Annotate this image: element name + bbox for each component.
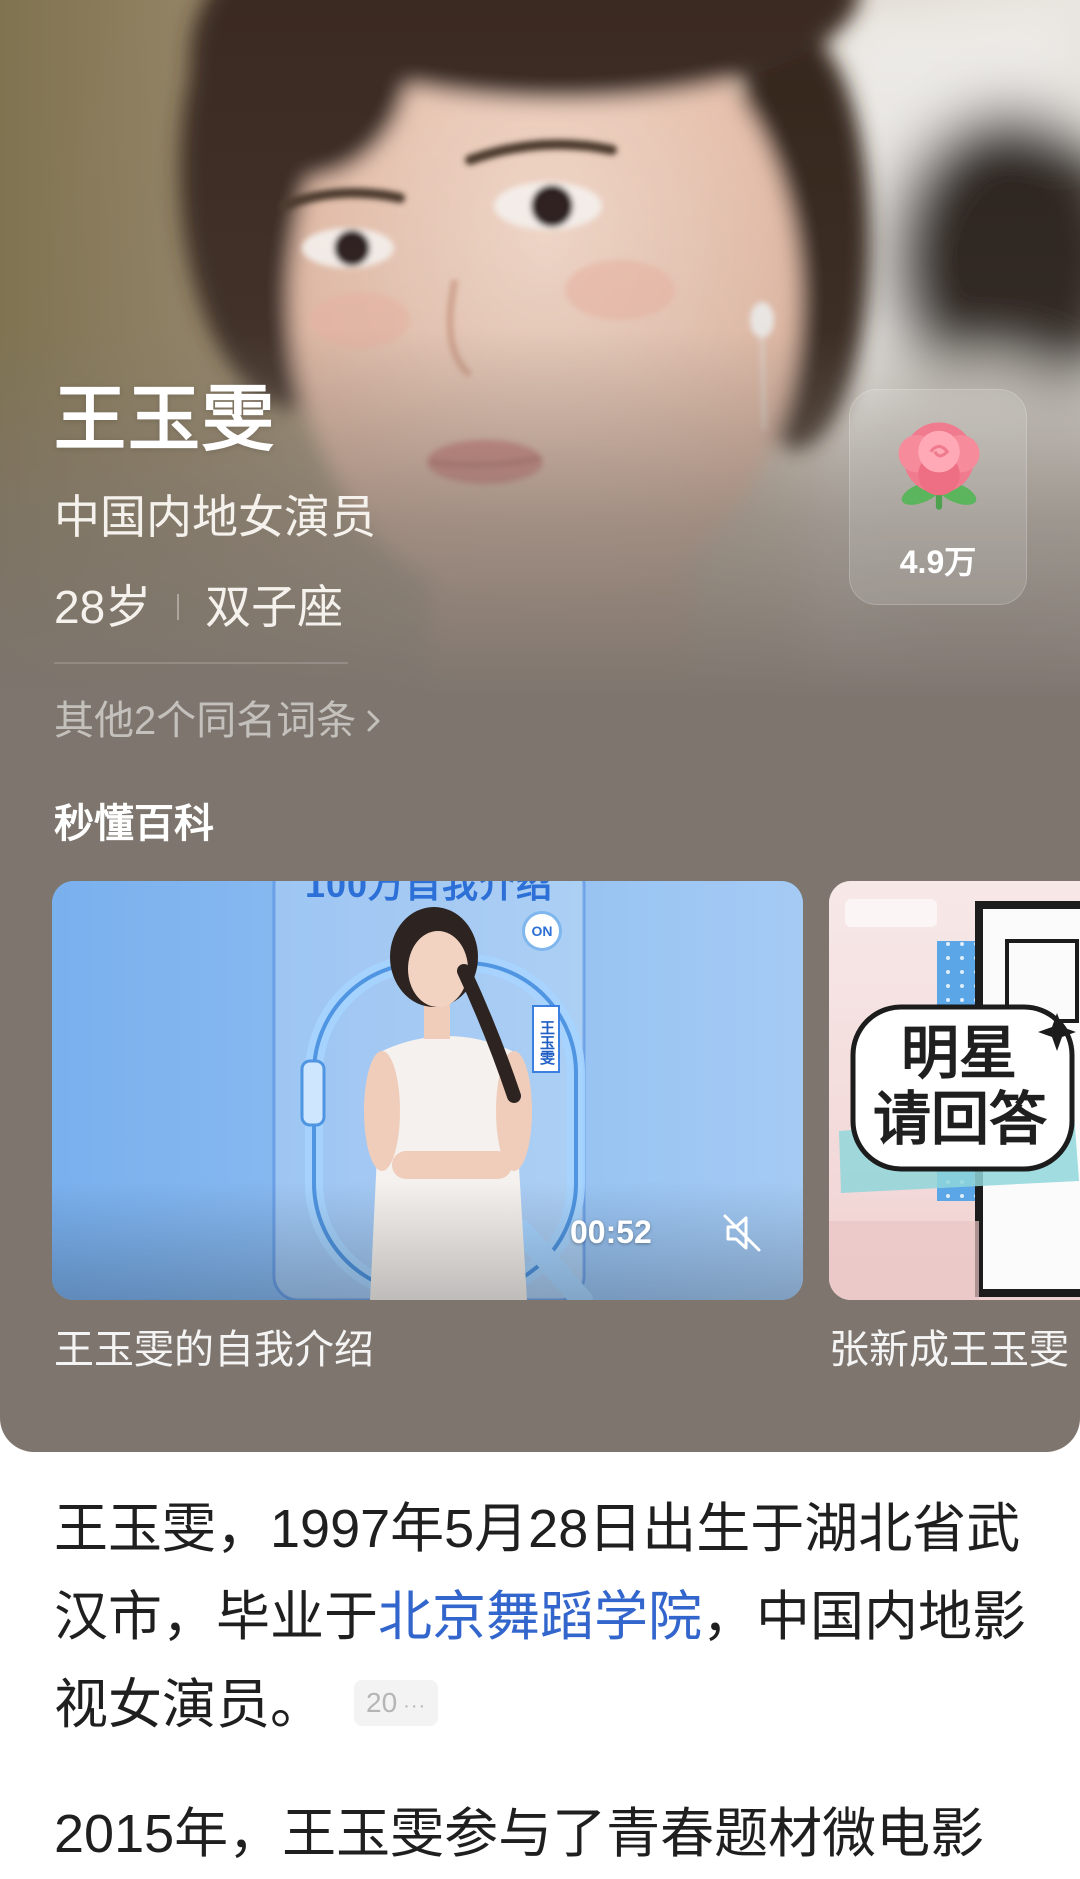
video-carousel[interactable]: 100万自我介绍 ON 王玉雯 00:52 王玉雯的自我介绍 明星 请回答 张新… — [0, 881, 1080, 1381]
thumbnail-headline: 100万自我介绍 — [304, 881, 554, 905]
flower-count: 4.9万 — [899, 544, 977, 580]
person-meta-row: 28岁 双子座 — [54, 584, 343, 630]
video-card[interactable]: 100万自我介绍 ON 王玉雯 00:52 — [52, 881, 803, 1300]
meta-divider — [177, 594, 180, 620]
thumbnail-show-title: 明星 请回答 — [873, 1021, 1047, 1153]
more-icon: ··· — [403, 1694, 427, 1717]
hero-divider — [54, 662, 348, 664]
person-occupation: 中国内地女演员 — [54, 491, 376, 543]
intro-text: 汉市，毕业于 — [54, 1587, 378, 1647]
school-link[interactable]: 北京舞蹈学院 — [378, 1587, 702, 1647]
thumbnail-title-line: 明星 — [901, 1021, 1018, 1086]
thumbnail-name-tag: 王玉雯 — [532, 1005, 560, 1073]
rose-icon — [898, 422, 980, 510]
video-title[interactable]: 王玉雯的自我介绍 — [54, 1330, 374, 1370]
citation-count: 20 — [366, 1686, 398, 1718]
other-entries-label: 其他2个同名词条 — [54, 699, 357, 743]
video-duration: 00:52 — [570, 1214, 652, 1250]
other-entries-link[interactable]: 其他2个同名词条 — [54, 701, 382, 741]
person-age: 28岁 — [54, 581, 152, 633]
video-thumbnail — [52, 881, 803, 1300]
section-title: 秒懂百科 — [54, 802, 214, 846]
citation-badge[interactable]: 20 ··· — [354, 1679, 439, 1726]
intro-line: 王玉雯，1997年5月28日出生于湖北省武 — [54, 1499, 1021, 1559]
chevron-right-icon — [367, 710, 380, 732]
person-name: 王玉雯 — [54, 380, 277, 460]
video-card[interactable]: 明星 请回答 — [829, 881, 1080, 1300]
hero-card: 王玉雯 中国内地女演员 28岁 双子座 其他2个同名词条 4.9万 秒懂百科 1… — [0, 0, 1080, 1452]
video-title[interactable]: 张新成王玉雯 — [829, 1330, 1069, 1370]
flower-gift-button[interactable]: 4.9万 — [849, 389, 1027, 605]
thumbnail-badge: ON — [522, 911, 562, 951]
intro-line: 视女演员。 20 ··· — [54, 1661, 1064, 1749]
intro-text: ，中国内地影 — [702, 1587, 1026, 1647]
volume-muted-icon[interactable] — [717, 1208, 767, 1258]
intro-text: 视女演员。 — [54, 1675, 324, 1735]
article-paragraph: 2015年，王玉雯参与了青春题材微电影 — [54, 1804, 985, 1864]
thumbnail-logo — [845, 899, 937, 927]
intro-line: 汉市，毕业于北京舞蹈学院，中国内地影 — [54, 1573, 1064, 1661]
intro-paragraph: 王玉雯，1997年5月28日出生于湖北省武 汉市，毕业于北京舞蹈学院，中国内地影… — [54, 1485, 1064, 1749]
person-zodiac: 双子座 — [205, 581, 344, 633]
thumbnail-title-line: 请回答 — [873, 1087, 1048, 1152]
